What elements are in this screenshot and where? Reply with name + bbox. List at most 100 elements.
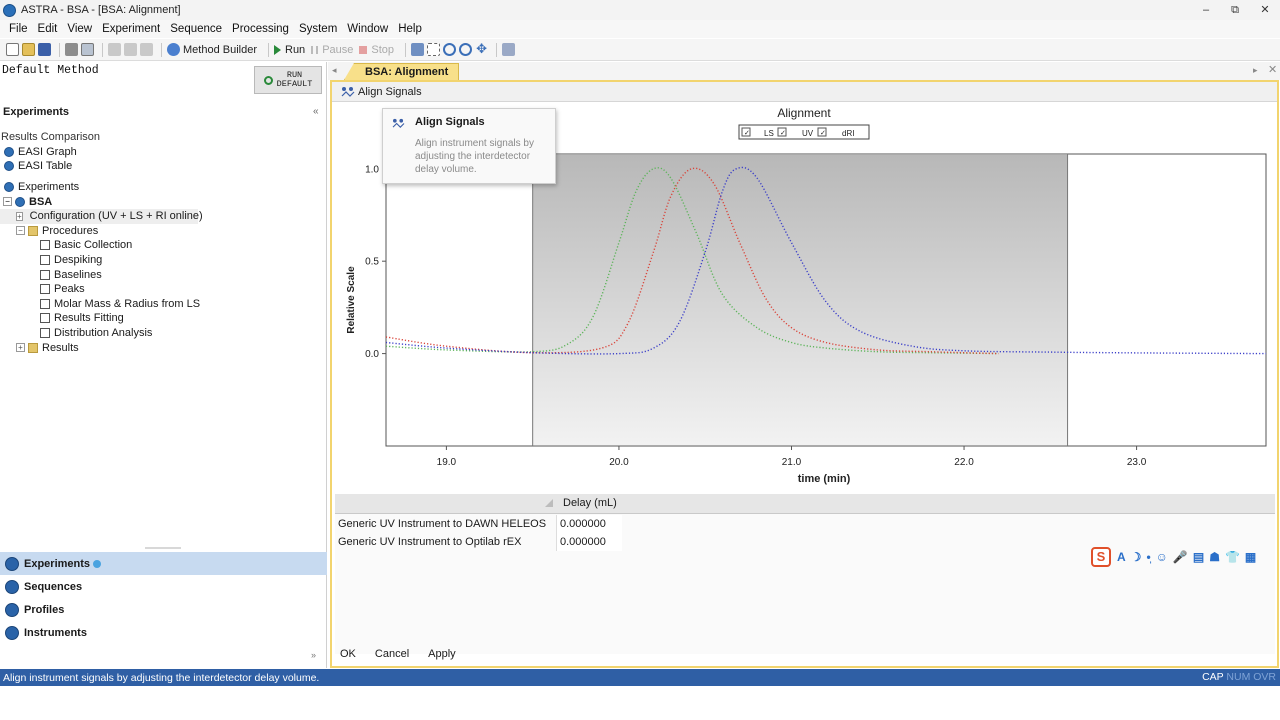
align-signals-button[interactable]: Align Signals bbox=[338, 84, 425, 100]
legend-check-mark: ✓ bbox=[744, 130, 750, 137]
nav-experiments[interactable]: Experiments bbox=[0, 552, 327, 575]
menu-edit[interactable]: Edit bbox=[38, 23, 58, 35]
ime-emoji-icon[interactable]: ☺ bbox=[1156, 550, 1168, 564]
legend-check-mark: ✓ bbox=[820, 130, 826, 137]
minimize-button[interactable]: – bbox=[1193, 0, 1219, 20]
run-button[interactable]: Run bbox=[274, 41, 305, 59]
cancel-button[interactable]: Cancel bbox=[375, 648, 409, 660]
navigation-bar: Experiments Sequences Profiles Instrumen… bbox=[0, 552, 327, 644]
open-folder-icon[interactable] bbox=[22, 43, 35, 56]
zoom-out-icon[interactable] bbox=[459, 43, 473, 56]
ime-skin-icon[interactable]: 👕 bbox=[1225, 550, 1240, 564]
default-method-label: Default Method bbox=[2, 64, 99, 77]
y-tick-label: 0.5 bbox=[365, 257, 379, 268]
menu-sequence[interactable]: Sequence bbox=[170, 23, 222, 35]
restore-button[interactable]: ⧉ bbox=[1222, 0, 1248, 20]
nav-instruments[interactable]: Instruments bbox=[0, 621, 327, 644]
ime-letter-icon[interactable]: A bbox=[1117, 550, 1126, 564]
menu-help[interactable]: Help bbox=[398, 23, 422, 35]
close-button[interactable]: ✕ bbox=[1252, 0, 1278, 20]
ime-user-icon[interactable]: ☗ bbox=[1209, 550, 1220, 564]
menu-system[interactable]: System bbox=[299, 23, 337, 35]
stop-label: Stop bbox=[371, 43, 395, 56]
zoom-in-icon[interactable] bbox=[443, 43, 457, 56]
annotate-icon[interactable] bbox=[502, 43, 516, 56]
ime-toolbar: S A ☽ •̩ ☺ 🎤 ▤ ☗ 👕 ▦ bbox=[1091, 546, 1261, 568]
nav-overflow-icon[interactable]: » bbox=[311, 650, 316, 660]
nav-profiles[interactable]: Profiles bbox=[0, 598, 327, 621]
procedure-doc-icon bbox=[40, 269, 50, 280]
menu-experiment[interactable]: Experiment bbox=[102, 23, 160, 35]
delay-value-cell[interactable]: 0.000000 bbox=[556, 515, 622, 533]
main-toolbar: Method Builder Run Pause Stop ✥ bbox=[0, 39, 1280, 61]
graph-properties-icon[interactable] bbox=[411, 43, 425, 56]
chart-title: Alignment bbox=[777, 106, 831, 120]
cut-icon[interactable] bbox=[108, 43, 121, 56]
tree-item-procedure[interactable]: Baselines bbox=[0, 267, 325, 282]
tree-item-experiments[interactable]: Experiments bbox=[0, 180, 325, 195]
easi-graph-label: EASI Graph bbox=[18, 145, 77, 158]
profiles-nav-icon bbox=[5, 602, 19, 617]
ime-grid-icon[interactable]: ▦ bbox=[1245, 550, 1256, 564]
tree-item-procedures[interactable]: − Procedures bbox=[0, 224, 325, 239]
info-badge-icon bbox=[93, 559, 102, 568]
method-builder-button[interactable]: Method Builder bbox=[167, 41, 257, 59]
tree-item-procedure[interactable]: Results Fitting bbox=[0, 311, 325, 326]
tab-scroll-left-icon[interactable]: ◂ bbox=[332, 65, 337, 76]
collapse-pane-icon[interactable]: « bbox=[313, 106, 319, 117]
apply-button[interactable]: Apply bbox=[428, 648, 456, 660]
ime-moon-icon[interactable]: ☽ bbox=[1131, 550, 1142, 564]
close-tab-icon[interactable]: ✕ bbox=[1268, 63, 1277, 76]
ime-punctuation-icon[interactable]: •̩ bbox=[1146, 550, 1150, 564]
tree-item-results[interactable]: + Results bbox=[0, 340, 325, 355]
copy-icon[interactable] bbox=[124, 43, 137, 56]
tooltip-title: Align Signals bbox=[415, 116, 485, 128]
legend-check-mark: ✓ bbox=[780, 130, 786, 137]
dialog-buttons: OK Cancel Apply bbox=[340, 648, 475, 660]
save-icon[interactable] bbox=[38, 43, 51, 56]
tree-item-bsa[interactable]: − BSA bbox=[0, 194, 325, 209]
ime-keyboard-icon[interactable]: ▤ bbox=[1193, 550, 1204, 564]
expand-toggle-icon[interactable]: + bbox=[16, 343, 25, 353]
screen-bottom bbox=[0, 686, 1280, 720]
toolbar-separator bbox=[496, 42, 498, 57]
delay-value-cell[interactable]: 0.000000 bbox=[556, 533, 622, 551]
collapse-toggle-icon[interactable]: − bbox=[3, 197, 12, 207]
y-axis-label: Relative Scale bbox=[346, 266, 357, 334]
ime-microphone-icon[interactable]: 🎤 bbox=[1173, 550, 1188, 564]
run-default-button[interactable]: RUN DEFAULT bbox=[254, 66, 322, 94]
menu-window[interactable]: Window bbox=[347, 23, 388, 35]
stop-button[interactable]: Stop bbox=[359, 41, 394, 59]
nav-sequences[interactable]: Sequences bbox=[0, 575, 327, 598]
tree-item-procedure[interactable]: Despiking bbox=[0, 253, 325, 268]
tree-item-procedure[interactable]: Molar Mass & Radius from LS bbox=[0, 297, 325, 312]
menu-processing[interactable]: Processing bbox=[232, 23, 289, 35]
menu-view[interactable]: View bbox=[67, 23, 92, 35]
collapse-toggle-icon[interactable]: − bbox=[16, 226, 25, 236]
tree-item-procedure[interactable]: Peaks bbox=[0, 282, 325, 297]
ime-logo-icon[interactable]: S bbox=[1091, 547, 1111, 567]
print-preview-icon[interactable] bbox=[81, 43, 94, 56]
legend-entry-ls: LS bbox=[764, 129, 774, 138]
expand-toggle-icon[interactable]: + bbox=[16, 211, 23, 221]
tree-item-configuration[interactable]: + Configuration (UV + LS + RI online) bbox=[0, 208, 203, 224]
tree-item-procedure[interactable]: Distribution Analysis bbox=[0, 326, 325, 341]
paste-icon[interactable] bbox=[140, 43, 153, 56]
tree-item-easi-table[interactable]: EASI Table bbox=[0, 159, 325, 174]
print-icon[interactable] bbox=[65, 43, 78, 56]
easi-table-label: EASI Table bbox=[18, 160, 73, 173]
ok-button[interactable]: OK bbox=[340, 648, 356, 660]
tab-scroll-right-icon[interactable]: ▸ bbox=[1253, 65, 1258, 76]
tree-item-procedure[interactable]: Basic Collection bbox=[0, 238, 325, 253]
tree-item-easi-graph[interactable]: EASI Graph bbox=[0, 145, 325, 160]
pause-button[interactable]: Pause bbox=[311, 41, 353, 59]
pan-icon[interactable]: ✥ bbox=[475, 42, 488, 56]
procedure-label: Distribution Analysis bbox=[54, 327, 153, 340]
pane-splitter[interactable] bbox=[145, 547, 181, 549]
zoom-box-icon[interactable] bbox=[427, 43, 441, 56]
menu-file[interactable]: File bbox=[9, 23, 28, 35]
selected-range-region[interactable] bbox=[532, 155, 1068, 445]
chart-legend: ✓ LS ✓ UV ✓ dRI bbox=[738, 124, 870, 140]
tab-bsa-alignment[interactable]: BSA: Alignment bbox=[344, 63, 460, 80]
new-icon[interactable] bbox=[6, 43, 19, 56]
